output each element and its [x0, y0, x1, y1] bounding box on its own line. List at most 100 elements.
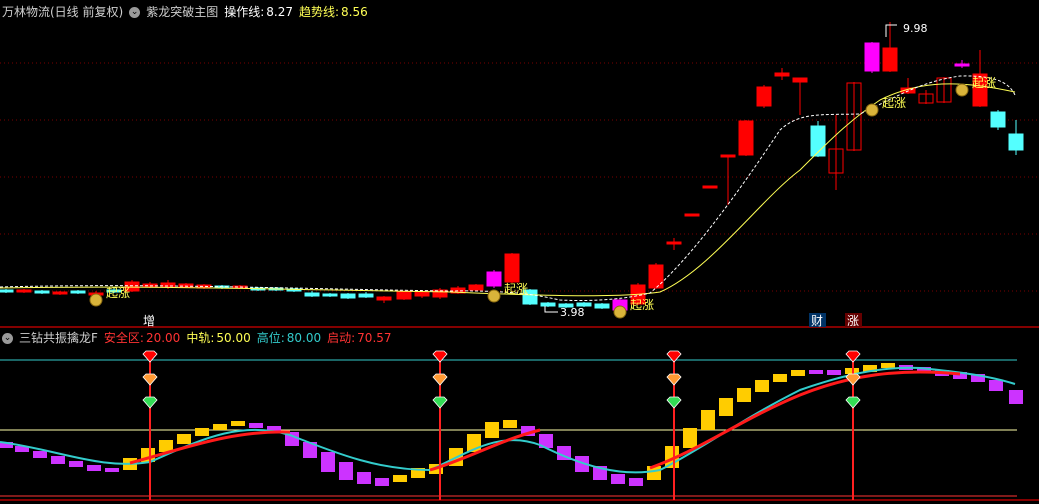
oscillator-bar: [213, 424, 227, 430]
diamond-icon: [845, 373, 861, 386]
svg-text:9.98: 9.98: [903, 22, 928, 35]
oscillator-red-line: [129, 370, 961, 472]
signal-label: 起涨: [972, 75, 996, 90]
oscillator-bar: [1009, 390, 1023, 404]
oscillator-bar: [629, 478, 643, 486]
signal-label: 起涨: [106, 285, 130, 300]
oscillator-bar: [177, 434, 191, 444]
signal-markers: 起涨 起涨起涨起涨起涨: [89, 75, 996, 319]
oscillator-bar: [375, 478, 389, 486]
indicator-name[interactable]: 三钻共振擒龙F: [19, 331, 98, 345]
indicator-name[interactable]: 紫龙突破主图: [146, 5, 218, 19]
signal-label: 起涨: [882, 95, 906, 110]
oscillator-bar: [755, 380, 769, 392]
candle-body: [684, 213, 700, 217]
oscillator-bar: [989, 380, 1003, 391]
stock-chart[interactable]: 起涨 起涨起涨起涨起涨 9.98 3.98 增 财 涨: [0, 0, 1039, 504]
start-value: 70.57: [357, 331, 392, 345]
marker-zeng: 增: [143, 314, 155, 328]
candle-body: [414, 291, 430, 297]
oscillator-bar: [809, 370, 823, 374]
candle-body: [486, 271, 502, 287]
top-panel-header: 万林物流(日线 前复权) ⌄ 紫龙突破主图 操作线: 8.27 趋势线: 8.56: [2, 2, 374, 22]
oscillator-bar: [827, 370, 841, 375]
op-line-label: 操作线:: [224, 5, 265, 19]
oscillator-bar: [881, 363, 895, 368]
high-value: 80.00: [286, 331, 322, 345]
oscillator-bar: [393, 475, 407, 482]
candle-body: [954, 63, 970, 67]
money-bag-icon: [487, 289, 501, 303]
candle-body: [1008, 133, 1024, 151]
collapse-icon[interactable]: ⌄: [129, 7, 141, 18]
safe-label: 安全区:: [103, 331, 144, 345]
candlestick-series: [0, 22, 1024, 311]
candle-body: [396, 291, 412, 300]
diamond-icon: [666, 396, 682, 409]
candle-body: [340, 293, 356, 299]
oscillator-bar: [701, 410, 715, 430]
candle-body: [864, 42, 880, 72]
oscillator-bar: [105, 468, 119, 472]
money-bag-icon: [89, 293, 103, 307]
candle-body: [882, 47, 898, 72]
stock-title[interactable]: 万林物流(日线 前复权): [2, 5, 123, 19]
candle-body: [34, 290, 50, 294]
candle-body: [990, 111, 1006, 128]
oscillator-bar: [321, 452, 335, 472]
oscillator-bar: [231, 421, 245, 426]
candle-body: [322, 293, 338, 297]
high-price-annotation: 9.98: [885, 22, 928, 37]
diamond-icon: [432, 396, 448, 409]
candle-body: [774, 72, 790, 77]
oscillator-bar: [339, 462, 353, 480]
diamond-icon: [142, 396, 158, 409]
diamond-icon: [845, 396, 861, 409]
collapse-icon[interactable]: ⌄: [2, 333, 13, 344]
candle-body: [16, 289, 32, 293]
candle-body: [792, 77, 808, 83]
oscillator-bar: [33, 451, 47, 458]
mid-label: 中轨:: [186, 331, 215, 345]
oscillator-bar: [51, 456, 65, 464]
money-bag-icon: [613, 305, 627, 319]
trend-line-label: 趋势线:: [298, 5, 340, 19]
oscillator-bar: [773, 374, 787, 382]
safe-value: 20.00: [145, 331, 181, 345]
candle-body: [594, 303, 610, 309]
bottom-panel-header: ⌄ 三钻共振擒龙F 安全区: 20.00 中轨: 50.00 高位: 80.00 启动: 70.5…: [2, 328, 398, 348]
candle-body: [702, 185, 718, 189]
oscillator-bar: [87, 465, 101, 471]
svg-text:3.98: 3.98: [560, 306, 585, 319]
money-bag-icon: [955, 83, 969, 97]
oscillator-bar: [719, 398, 733, 416]
op-line-value: 8.27: [266, 5, 293, 19]
diamond-icon: [666, 373, 682, 386]
marker-zhang: 涨: [847, 313, 859, 328]
high-label: 高位:: [256, 331, 285, 345]
oscillator-bar: [485, 422, 499, 438]
candle-body: [358, 293, 374, 298]
candle-body: [0, 289, 14, 293]
diamond-icon: [432, 373, 448, 386]
oscillator-bar: [737, 388, 751, 402]
candle-body: [376, 296, 392, 301]
marker-cai: 财: [811, 314, 823, 328]
candle-body: [648, 264, 664, 289]
candle-body: [666, 241, 682, 245]
diamond-icon: [142, 373, 158, 386]
candle-body: [756, 86, 772, 107]
candle-body: [738, 120, 754, 156]
oscillator-bar: [249, 423, 263, 428]
money-bag-icon: [865, 103, 879, 117]
mid-value: 50.00: [216, 331, 251, 345]
candle-body: [304, 292, 320, 297]
candle-body: [504, 253, 520, 283]
candle-body: [52, 291, 68, 295]
oscillator-bar: [611, 474, 625, 484]
low-price-annotation: 3.98: [544, 306, 585, 319]
candle-body: [540, 302, 556, 307]
oscillator-bar: [503, 420, 517, 428]
candle-body: [468, 284, 484, 291]
trend-line-value: 8.56: [341, 5, 368, 19]
